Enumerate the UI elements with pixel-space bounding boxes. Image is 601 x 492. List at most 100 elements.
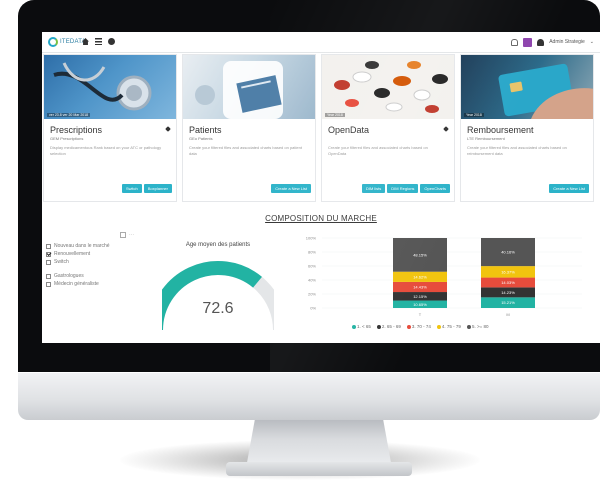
stethoscope-illustration <box>53 62 152 111</box>
filter-option[interactable]: Gastrologues <box>46 272 110 280</box>
switch-button[interactable]: Switch <box>121 184 142 193</box>
bar-data-label: 10.65% <box>413 302 427 307</box>
settings-icon[interactable] <box>108 38 115 45</box>
legend-item[interactable]: 5. >= 80 <box>466 324 489 329</box>
legend-label: 3. 70 - 74 <box>411 324 431 329</box>
chevron-down-icon[interactable]: ⌄ <box>590 39 594 45</box>
filter-option[interactable]: Renouvellement <box>46 250 110 258</box>
create-new-list-button[interactable]: Create a New List <box>271 184 311 193</box>
pills-illustration <box>334 61 448 113</box>
card-remboursement[interactable]: Year 2018 Remboursement LTE Remboursemen… <box>460 54 594 202</box>
legend-swatch <box>436 324 441 329</box>
monitor-chin <box>18 372 600 420</box>
filter-checkbox[interactable] <box>46 251 51 257</box>
filter-label: Nouveau dans le marché <box>54 243 110 249</box>
module-cards: ver 23.8 ver 20 Mar 2018 Prescriptions G… <box>42 54 600 204</box>
card-subtitle: GEo Patients <box>189 136 213 141</box>
more-icon[interactable]: ··· <box>129 232 135 238</box>
card-caption: ver 23.8 ver 20 Mar 2018 <box>47 113 91 117</box>
card-opendata[interactable]: Year 2018 OpenData Create your filtered … <box>321 54 455 202</box>
legend-swatch <box>406 324 411 329</box>
filter-label: Gastrologues <box>54 273 84 279</box>
card-title: Patients <box>189 125 222 135</box>
y-tick-label: 80% <box>308 250 316 255</box>
bar-data-label: 40.16% <box>501 250 515 255</box>
stacked-bar-chart: 100% 80% 60% 40% 20% 0% 10.65% 12.15% 14.43% 14.6… <box>306 236 582 317</box>
user-name[interactable]: Admin Strategie <box>549 39 585 45</box>
y-tick-label: 40% <box>308 278 316 283</box>
legend-swatch <box>466 324 471 329</box>
legend-label: 5. >= 80 <box>471 324 489 329</box>
notification-badge[interactable] <box>523 37 533 47</box>
legend-item[interactable]: 4. 75 - 79 <box>436 324 461 329</box>
y-tick-label: 100% <box>306 236 317 241</box>
credit-card-illustration <box>498 63 593 119</box>
boxplanner-button[interactable]: Boxplanner <box>143 184 172 193</box>
logo-mark-icon <box>48 37 58 47</box>
card-title: Remboursement <box>467 125 534 135</box>
bar-data-label: 15.21% <box>501 300 515 305</box>
legend-item[interactable]: 2. 65 - 69 <box>376 324 401 329</box>
legend-label: 4. 75 - 79 <box>441 324 461 329</box>
navbar-user-area: Admin Strategie ⌄ <box>511 36 594 48</box>
user-icon <box>537 38 545 46</box>
doctor-illustration <box>195 61 283 119</box>
create-new-list-button[interactable]: Create a New List <box>549 184 589 193</box>
filter-checkbox[interactable] <box>46 259 51 265</box>
legend-swatch <box>376 324 381 329</box>
filter-label: Renouvellement <box>54 251 91 257</box>
filter-option[interactable]: Médecin généraliste <box>46 280 110 288</box>
bar-data-label: 14.23% <box>501 290 515 295</box>
card-patients[interactable]: Patients GEo Patients Create your filter… <box>182 54 316 202</box>
dim-lists-button[interactable]: DIM lists <box>361 184 386 193</box>
dim-regions-button[interactable]: DIM Regions <box>387 184 419 193</box>
opencharts-button[interactable]: OpenCharts <box>420 184 450 193</box>
card-title: Prescriptions <box>50 125 103 135</box>
filter-checkbox[interactable] <box>46 281 51 287</box>
screen: ITEDATA Admin Strategie ⌄ ver 23.8 ver 2… <box>42 32 600 343</box>
legend-item[interactable]: 3. 70 - 74 <box>406 324 431 329</box>
legend-label: 1. < 65 <box>357 324 371 329</box>
logo-text: ITEDATA <box>60 39 86 45</box>
legend-swatch <box>352 324 356 329</box>
card-description: Create your filtered files and associate… <box>467 145 567 156</box>
filter-checkbox[interactable] <box>46 243 51 249</box>
x-category-label: M <box>506 312 509 317</box>
top-navbar: ITEDATA Admin Strategie ⌄ <box>42 32 600 53</box>
filter-option[interactable]: Nouveau dans le marché <box>46 242 110 250</box>
gauge-svg <box>162 261 274 331</box>
expand-icon[interactable] <box>120 232 126 238</box>
card-title: OpenData <box>328 125 370 135</box>
card-prescriptions[interactable]: ver 23.8 ver 20 Mar 2018 Prescriptions G… <box>43 54 177 202</box>
stethoscope-image: ver 23.8 ver 20 Mar 2018 <box>44 55 176 119</box>
card-subtitle: GEM Prescriptions <box>50 136 84 141</box>
filter-checkbox[interactable] <box>46 273 51 279</box>
bar-data-label: 14.62% <box>413 274 427 279</box>
age-gauge: Age moyen des patients 72.6 <box>162 242 274 332</box>
pin-icon[interactable] <box>443 126 449 132</box>
filter-list: Nouveau dans le marché Renouvellement Swit… <box>46 242 110 288</box>
pin-icon[interactable] <box>165 126 171 132</box>
credit-card-image: Year 2018 <box>461 55 593 119</box>
filter-option[interactable]: Switch <box>46 258 110 266</box>
monitor-stand <box>246 420 392 468</box>
legend-item[interactable]: 1. < 65 <box>352 324 371 329</box>
card-caption: Year 2018 <box>325 113 345 117</box>
filter-label: Switch <box>54 259 69 265</box>
section-title: COMPOSITION DU MARCHE <box>265 214 377 223</box>
card-description: Create your filtered files and associate… <box>328 145 428 156</box>
monitor-base <box>226 462 412 476</box>
bar-data-label: 16.37% <box>501 269 515 274</box>
y-tick-label: 20% <box>308 292 316 297</box>
y-tick-label: 0% <box>310 306 316 311</box>
list-icon[interactable] <box>95 38 102 45</box>
app-logo[interactable]: ITEDATA <box>48 36 86 48</box>
bar-data-label: 14.43% <box>413 284 427 289</box>
x-category-label: T <box>419 312 422 317</box>
gauge-value: 72.6 <box>202 300 234 317</box>
card-subtitle: LTE Remboursement <box>467 136 505 141</box>
bar-data-label: 14.03% <box>501 280 515 285</box>
doctor-image <box>183 55 315 119</box>
gauge-fill <box>162 261 262 331</box>
notification-bell-icon[interactable] <box>511 38 519 46</box>
